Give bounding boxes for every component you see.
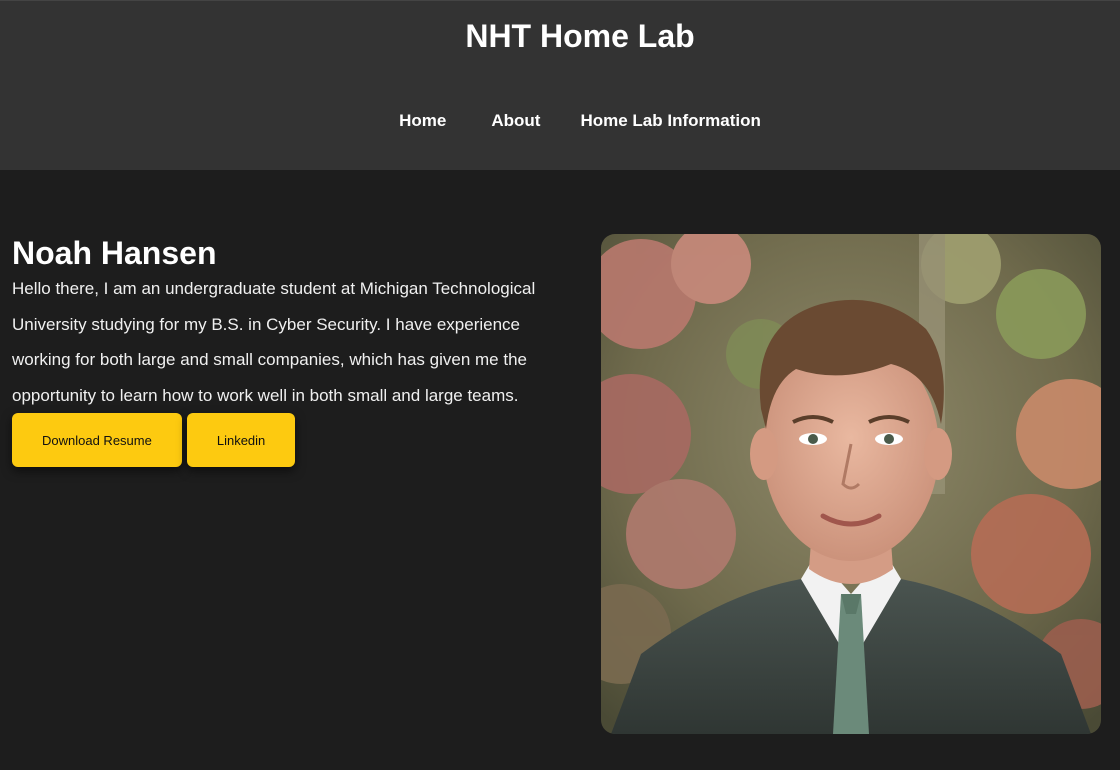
nav-home-lab-information-link[interactable]: Home Lab Information [560, 109, 780, 133]
site-header: NHT Home Lab Home About Home Lab Informa… [0, 0, 1120, 170]
linkedin-button[interactable]: Linkedin [186, 413, 296, 467]
download-resume-button[interactable]: Download Resume [12, 413, 182, 467]
site-title: NHT Home Lab [465, 18, 695, 54]
portrait-illustration [601, 234, 1101, 734]
profile-photo [601, 234, 1101, 734]
bio-text: Hello there, I am an undergraduate stude… [12, 279, 536, 405]
main-nav: Home About Home Lab Information [0, 109, 1120, 133]
nav-home-link[interactable]: Home [379, 109, 471, 133]
nav-about-link[interactable]: About [471, 109, 560, 133]
action-buttons: Download Resume Linkedin [12, 413, 296, 467]
person-name: Noah Hansen [12, 235, 217, 271]
